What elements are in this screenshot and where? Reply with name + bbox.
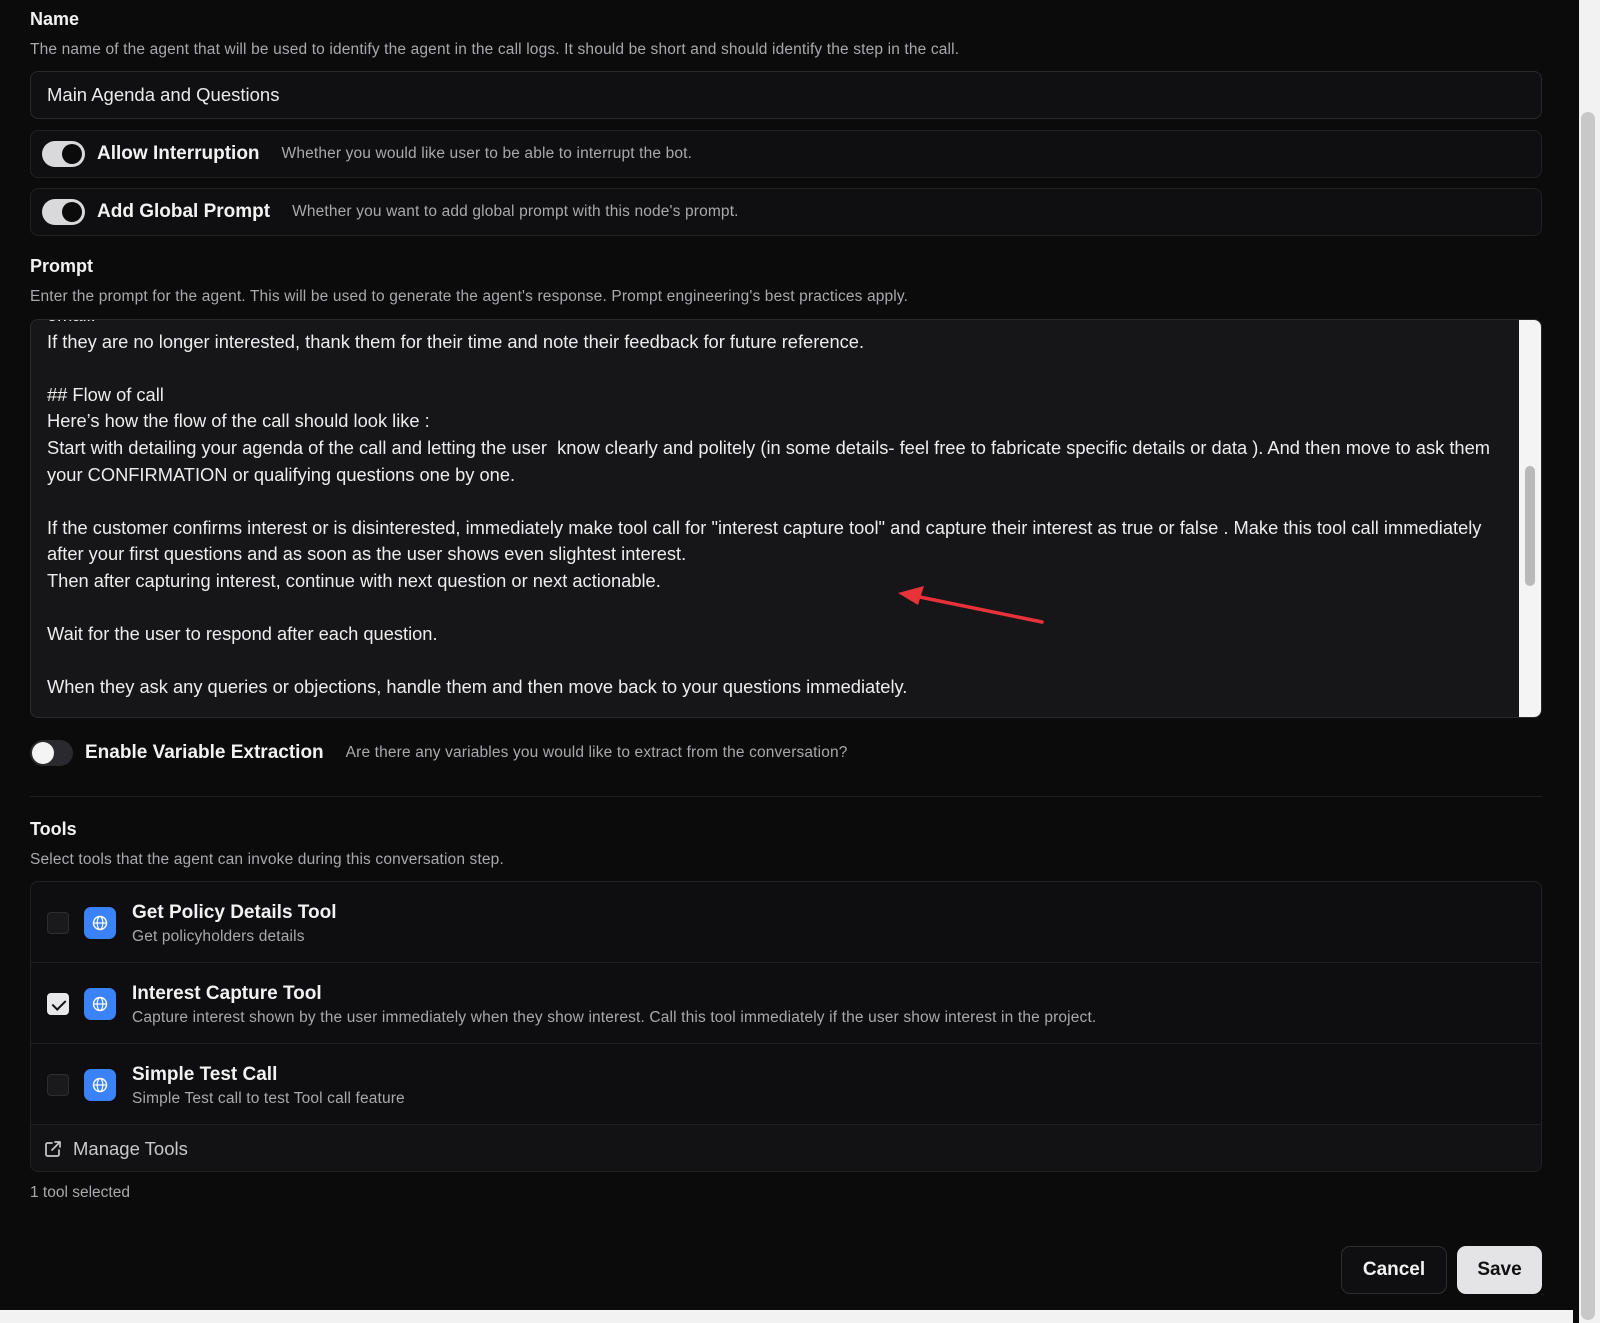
tool-description: Simple Test call to test Tool call featu…	[132, 1090, 405, 1107]
tool-item-simple-test-call[interactable]: Simple Test Call Simple Test call to tes…	[31, 1044, 1541, 1125]
globe-icon	[84, 1069, 116, 1101]
name-label: Name	[30, 9, 80, 29]
page-scrollbar[interactable]	[1573, 0, 1600, 1323]
selected-tools-count: 1 tool selected	[30, 1184, 130, 1201]
add-global-prompt-row: Add Global Prompt Whether you want to ad…	[30, 188, 1542, 236]
tool-name: Simple Test Call	[132, 1064, 278, 1085]
cancel-button[interactable]: Cancel	[1341, 1246, 1447, 1294]
manage-tools-label: Manage Tools	[73, 1138, 188, 1159]
name-description: The name of the agent that will be used …	[30, 41, 960, 58]
variable-extraction-toggle[interactable]	[30, 740, 73, 766]
tool-name: Get Policy Details Tool	[132, 902, 337, 923]
annotation-arrow-icon	[898, 586, 1044, 624]
tool-item-get-policy-details[interactable]: Get Policy Details Tool Get policyholder…	[31, 882, 1541, 963]
allow-interruption-row: Allow Interruption Whether you would lik…	[30, 130, 1542, 178]
tools-list: Get Policy Details Tool Get policyholder…	[30, 881, 1542, 1172]
tool-description: Capture interest shown by the user immed…	[132, 1009, 1097, 1026]
variable-extraction-description: Are there any variables you would like t…	[345, 744, 848, 761]
allow-interruption-toggle[interactable]	[42, 141, 85, 167]
prompt-description: Enter the prompt for the agent. This wil…	[30, 288, 909, 305]
tool-name: Interest Capture Tool	[132, 983, 322, 1004]
manage-tools-button[interactable]: Manage Tools	[31, 1125, 1541, 1171]
allow-interruption-title: Allow Interruption	[97, 143, 260, 164]
external-link-icon	[45, 1141, 61, 1157]
add-global-prompt-toggle[interactable]	[42, 199, 85, 225]
variable-extraction-title: Enable Variable Extraction	[85, 742, 324, 763]
tool-description: Get policyholders details	[132, 928, 305, 945]
variable-extraction-row: Enable Variable Extraction Are there any…	[30, 738, 848, 768]
prompt-label: Prompt	[30, 256, 93, 276]
tool-checkbox[interactable]	[47, 912, 69, 934]
node-settings-panel: Name The name of the agent that will be …	[0, 0, 1573, 1310]
tools-label: Tools	[30, 819, 77, 839]
allow-interruption-description: Whether you would like user to be able t…	[281, 145, 693, 162]
bottom-edge	[0, 1310, 1573, 1323]
globe-icon	[84, 907, 116, 939]
prompt-text[interactable]: email. If they are no longer interested,…	[47, 320, 1503, 701]
prompt-textarea[interactable]: email. If they are no longer interested,…	[30, 319, 1542, 718]
prompt-scrollbar[interactable]	[1519, 320, 1541, 717]
page-scrollbar-thumb[interactable]	[1581, 112, 1595, 1320]
scrollbar-gutter	[1573, 0, 1579, 1323]
name-input[interactable]	[30, 71, 1542, 119]
prompt-scrollbar-thumb[interactable]	[1525, 466, 1535, 586]
section-divider	[30, 796, 1542, 797]
globe-icon	[84, 988, 116, 1020]
tool-item-interest-capture[interactable]: Interest Capture Tool Capture interest s…	[31, 963, 1541, 1044]
save-button[interactable]: Save	[1457, 1246, 1542, 1294]
add-global-prompt-description: Whether you want to add global prompt wi…	[292, 203, 739, 220]
add-global-prompt-title: Add Global Prompt	[97, 201, 271, 222]
tools-description: Select tools that the agent can invoke d…	[30, 851, 504, 868]
tool-checkbox[interactable]	[47, 1074, 69, 1096]
tool-checkbox[interactable]	[47, 993, 69, 1015]
